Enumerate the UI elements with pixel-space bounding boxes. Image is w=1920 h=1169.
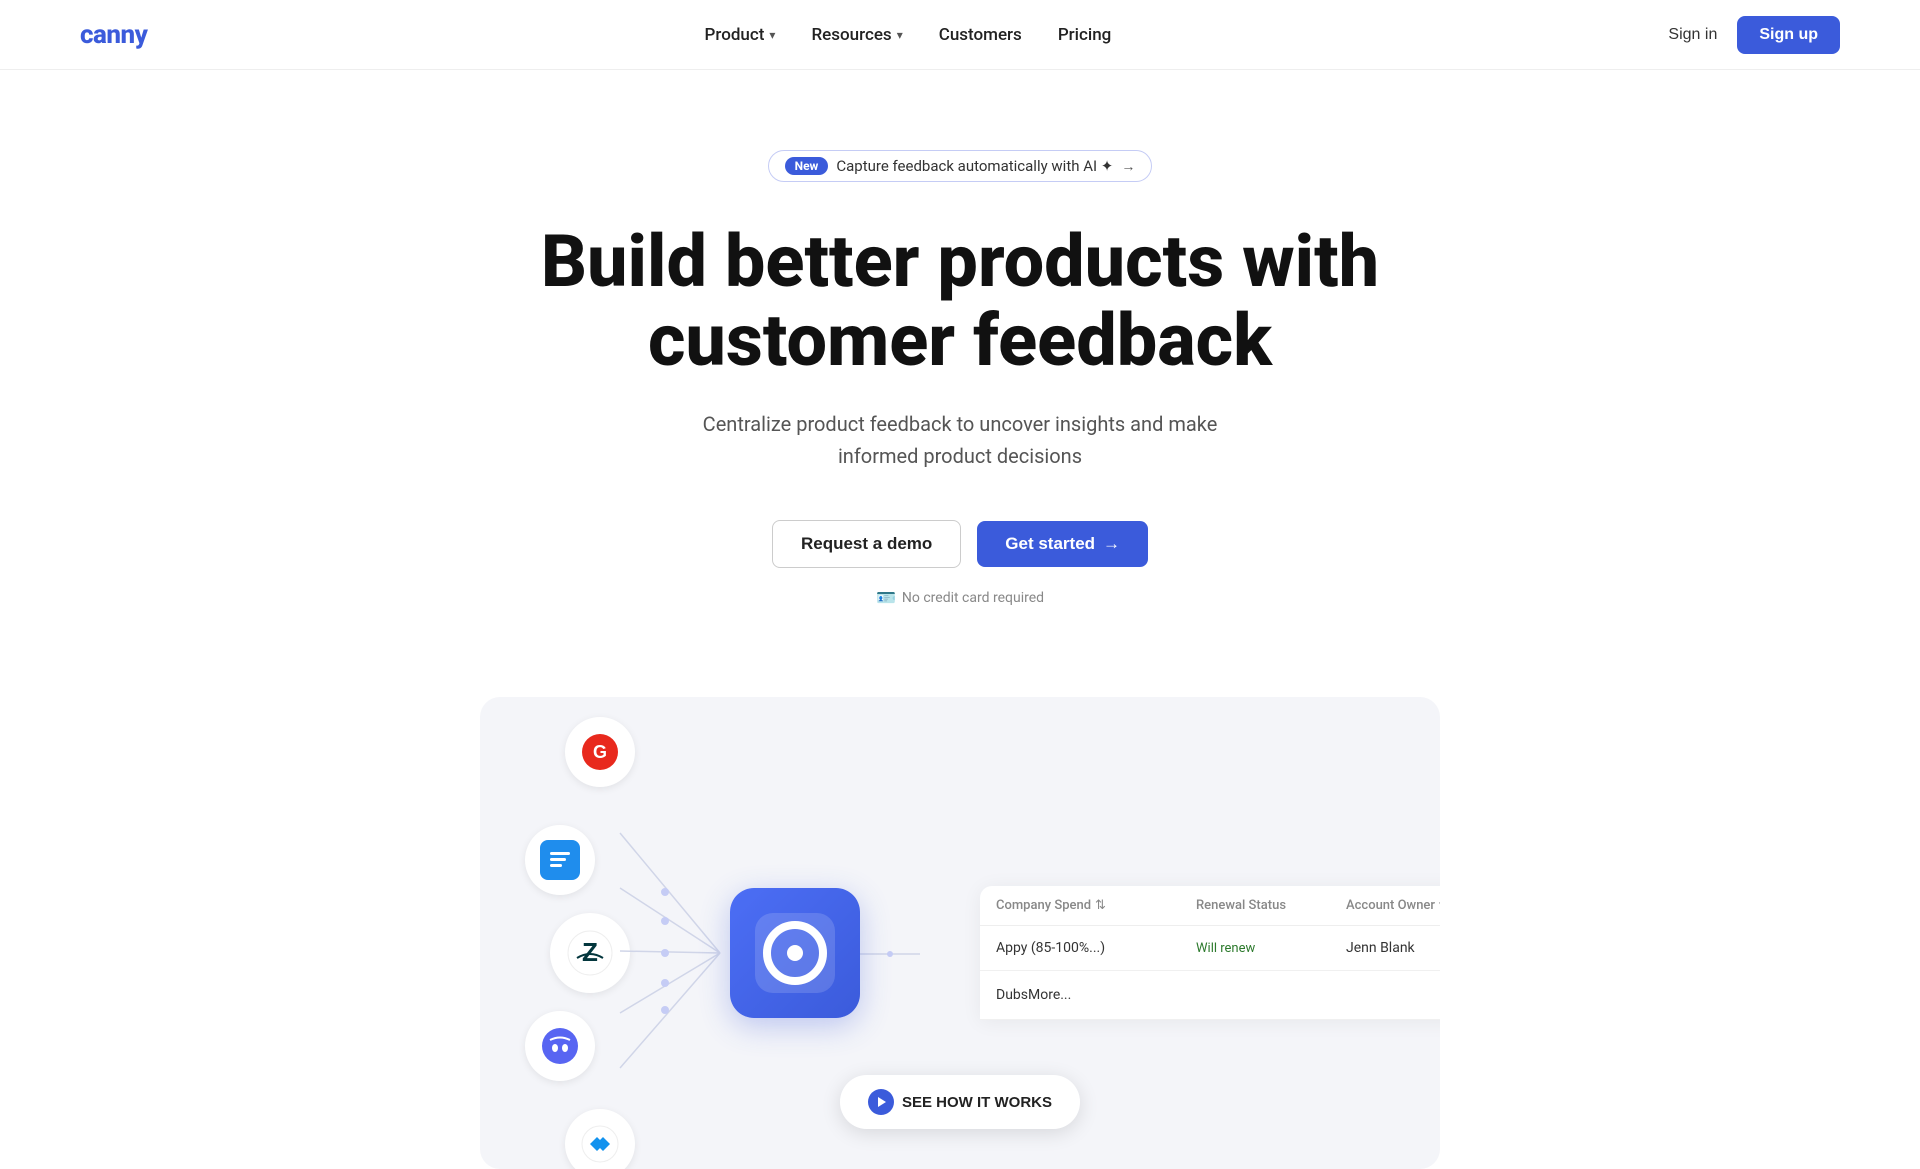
cell-company: Appy (85-100%...) [996,940,1196,956]
new-tag: New [785,157,829,175]
col-renewal-status: Renewal Status [1196,898,1346,913]
play-icon [868,1089,894,1115]
col-account-owner: Account Owner ▾ [1346,898,1440,913]
no-credit-card-notice: 🪪 No credit card required [876,588,1044,607]
sort-icon[interactable]: ⇅ [1095,898,1106,913]
badge-text: Capture feedback automatically with AI ✦ [836,157,1113,175]
cell-renewal: Will renew [1196,941,1346,956]
logo[interactable]: canny [80,20,147,50]
sign-in-button[interactable]: Sign in [1668,26,1717,44]
intercom-icon [525,825,595,895]
nav-resources[interactable]: Resources ▾ [811,25,902,45]
chevron-down-icon: ▾ [769,28,775,42]
cell-owner: Jenn Blank [1346,940,1440,956]
g2-icon: G [565,717,635,787]
cell-company: DubsMore... [996,987,1196,1003]
svg-text:Z: Z [582,937,598,967]
new-badge-link[interactable]: New Capture feedback automatically with … [768,150,1153,182]
navbar: canny Product ▾ Resources ▾ Customers Pr… [0,0,1920,70]
canny-center-logo [730,888,860,1018]
hero-title: Build better products with customer feed… [510,222,1410,380]
svg-text:G: G [593,742,607,762]
right-connector [860,944,920,963]
arrow-icon: → [1121,158,1135,175]
data-table-panel: Company Spend ⇅ Renewal Status Account O… [980,886,1440,1020]
table-row: Appy (85-100%...) Will renew Jenn Blank [980,926,1440,971]
discord-icon [525,1011,595,1081]
integration-icons: G Z [520,737,600,1169]
chevron-down-icon: ▾ [897,28,903,42]
nav-pricing[interactable]: Pricing [1058,25,1112,45]
nav-links: Product ▾ Resources ▾ Customers Pricing [705,25,1112,45]
arrow-icon: → [1103,534,1120,554]
sign-up-button[interactable]: Sign up [1737,16,1840,54]
helpscout-icon [565,1109,635,1169]
credit-card-icon: 🪪 [876,588,896,607]
nav-product[interactable]: Product ▾ [705,25,776,45]
connector-lines [610,813,730,1093]
get-started-button[interactable]: Get started → [977,521,1148,567]
chevron-down-icon: ▾ [1439,898,1440,913]
dashboard-visual: G Z [480,697,1440,1169]
nav-customers[interactable]: Customers [939,25,1022,45]
table-row: DubsMore... Must have $56,500 [980,971,1440,1020]
cta-row: Request a demo Get started → [772,520,1148,568]
request-demo-button[interactable]: Request a demo [772,520,961,568]
table-header: Company Spend ⇅ Renewal Status Account O… [980,886,1440,926]
nav-actions: Sign in Sign up [1668,16,1840,54]
see-how-button[interactable]: SEE HOW IT WORKS [840,1075,1080,1129]
hero-section: New Capture feedback automatically with … [0,70,1920,657]
col-company-spend: Company Spend ⇅ [996,898,1196,913]
hero-subtitle: Centralize product feedback to uncover i… [680,408,1240,472]
